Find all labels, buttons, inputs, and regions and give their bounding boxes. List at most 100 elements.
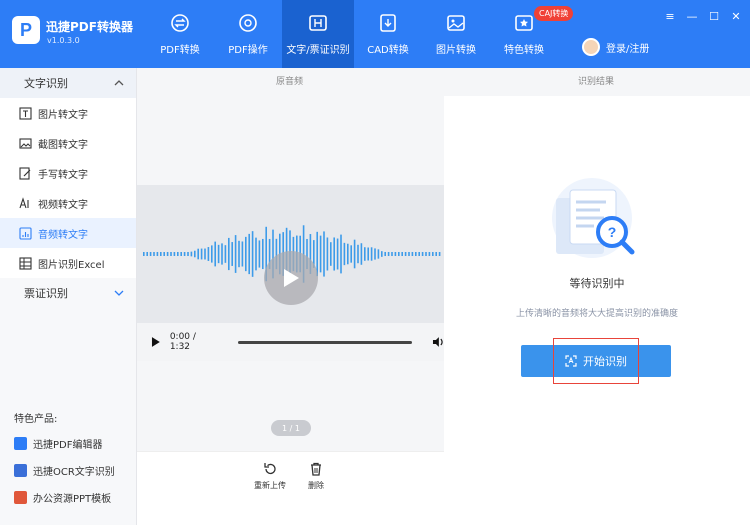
waveform-bar <box>394 252 397 256</box>
waveform-bar <box>251 231 254 277</box>
highlight-box <box>553 338 639 384</box>
audio-text-icon <box>18 226 32 240</box>
waveform-bar <box>163 252 165 256</box>
tool-label: 删除 <box>308 481 324 490</box>
waveform-bar <box>173 252 176 256</box>
waveform-bar <box>245 236 247 272</box>
sidebar-item-screenshot-to-text[interactable]: 截图转文字 <box>0 128 136 158</box>
waveform-bar <box>248 233 250 275</box>
waveform-bar <box>367 247 369 261</box>
ocr-icon <box>308 13 328 33</box>
nav-cad[interactable]: CAD转换 <box>354 0 422 68</box>
product-pdf-editor[interactable]: 迅捷PDF编辑器 <box>14 436 102 451</box>
waveform-bar <box>146 252 148 256</box>
waveform-bar <box>170 252 172 256</box>
result-heading: 识别结果 <box>578 77 615 87</box>
waveform-bar <box>418 252 420 256</box>
feature-icon <box>514 13 534 33</box>
screenshot-icon <box>18 136 32 150</box>
waveform-bar <box>153 252 155 256</box>
sidebar-item-label: 图片转文字 <box>38 109 88 121</box>
waveform-bar <box>381 251 383 257</box>
nav-pdf-operate[interactable]: PDF操作 <box>214 0 282 68</box>
excel-icon <box>18 256 32 270</box>
sidebar-item-handwrite-to-text[interactable]: 手写转文字 <box>0 158 136 188</box>
waveform-bar <box>207 247 210 261</box>
result-header: 识别结果 <box>444 68 750 96</box>
sidebar-item-audio-to-text[interactable]: 音频转文字 <box>0 218 136 248</box>
sidebar-item-image-to-excel[interactable]: 图片识别Excel <box>0 248 136 278</box>
section-title: 文字识别 <box>24 77 68 90</box>
waveform-bar <box>214 241 216 267</box>
reupload-button[interactable]: 重新上传 <box>254 462 286 491</box>
audio-preview <box>137 185 444 323</box>
chevron-down-icon <box>114 290 124 296</box>
waveform-bar <box>374 248 376 260</box>
waveform-bar <box>330 242 332 266</box>
waveform-bar <box>323 231 325 277</box>
nav-image[interactable]: 图片转换 <box>422 0 490 68</box>
caj-badge[interactable]: CAJ转换 <box>534 6 574 21</box>
file-toolbar: 重新上传 删除 <box>137 451 444 525</box>
nav-feature[interactable]: 特色转换 CAJ转换 <box>490 0 574 68</box>
play-icon[interactable] <box>151 337 160 347</box>
close-icon[interactable]: ✕ <box>730 10 742 23</box>
waveform-bar <box>370 247 373 261</box>
waveform-bar <box>200 248 203 260</box>
sidebar-item-label: 音频转文字 <box>38 229 88 241</box>
waveform-bar <box>262 238 264 270</box>
product-ocr[interactable]: 迅捷OCR文字识别 <box>14 463 115 478</box>
avatar <box>582 38 600 56</box>
login-label: 登录/注册 <box>606 43 650 55</box>
waveform-bar <box>190 251 193 257</box>
sidebar-item-image-to-text[interactable]: 图片转文字 <box>0 98 136 128</box>
chevron-up-icon <box>114 80 124 86</box>
waveform-bar <box>241 241 244 267</box>
nav-pdf-convert[interactable]: PDF转换 <box>146 0 214 68</box>
pdf-convert-icon <box>170 13 190 33</box>
waveform-bar <box>143 252 145 256</box>
waveform-bar <box>350 245 352 263</box>
image-icon <box>446 13 466 33</box>
page-indicator: 1 / 1 <box>271 420 311 436</box>
menu-icon[interactable]: ≡ <box>664 10 676 23</box>
login-button[interactable]: 登录/注册 <box>582 38 649 56</box>
sidebar-section-ticket-ocr[interactable]: 票证识别 <box>0 278 136 308</box>
product-ppt-templates[interactable]: 办公资源PPT模板 <box>14 490 111 505</box>
main-nav: PDF转换 PDF操作 文字/票证识别 CAD转换 图片转换 特色转换 CAJ转… <box>146 0 574 68</box>
nav-ocr[interactable]: 文字/票证识别 <box>282 0 354 68</box>
nav-label: 图片转换 <box>436 44 476 56</box>
original-audio-heading: 原音频 <box>276 77 304 87</box>
waveform-bar <box>438 252 441 256</box>
accuracy-hint: 上传清晰的音频将大大提高识别的准确度 <box>515 309 678 319</box>
sidebar-item-label: 视频转文字 <box>38 199 88 211</box>
volume-icon[interactable] <box>432 336 444 348</box>
nav-label: PDF转换 <box>160 44 200 56</box>
sidebar-section-text-ocr[interactable]: 文字识别 <box>0 68 136 98</box>
waveform-bar <box>353 239 356 269</box>
waveform-bar <box>415 252 417 256</box>
waveform-bar <box>411 252 414 256</box>
sidebar-item-video-to-text[interactable]: 视频转文字 <box>0 188 136 218</box>
delete-button[interactable]: 删除 <box>308 462 324 491</box>
status-text: 等待识别中 <box>569 277 625 290</box>
minimize-icon[interactable]: — <box>686 10 698 23</box>
play-icon <box>284 269 299 287</box>
maximize-icon[interactable]: ☐ <box>708 10 720 23</box>
waiting-illustration: ? <box>552 178 635 258</box>
waveform-bar <box>435 252 437 256</box>
handwrite-icon <box>18 166 32 180</box>
waveform-bar <box>204 248 206 260</box>
audio-controls: 0:00 / 1:32 <box>137 323 444 361</box>
waveform-bar <box>387 252 390 256</box>
audio-progress-bar[interactable] <box>237 340 413 344</box>
waveform-bar <box>217 244 220 264</box>
waveform-bar <box>211 245 213 263</box>
product-label: 迅捷OCR文字识别 <box>33 467 115 478</box>
nav-label: PDF操作 <box>228 44 268 56</box>
waveform-bar <box>384 251 386 257</box>
waveform-bar <box>398 252 400 256</box>
play-overlay-button[interactable] <box>264 251 318 305</box>
tool-label: 重新上传 <box>254 481 286 490</box>
video-text-icon <box>18 196 32 210</box>
